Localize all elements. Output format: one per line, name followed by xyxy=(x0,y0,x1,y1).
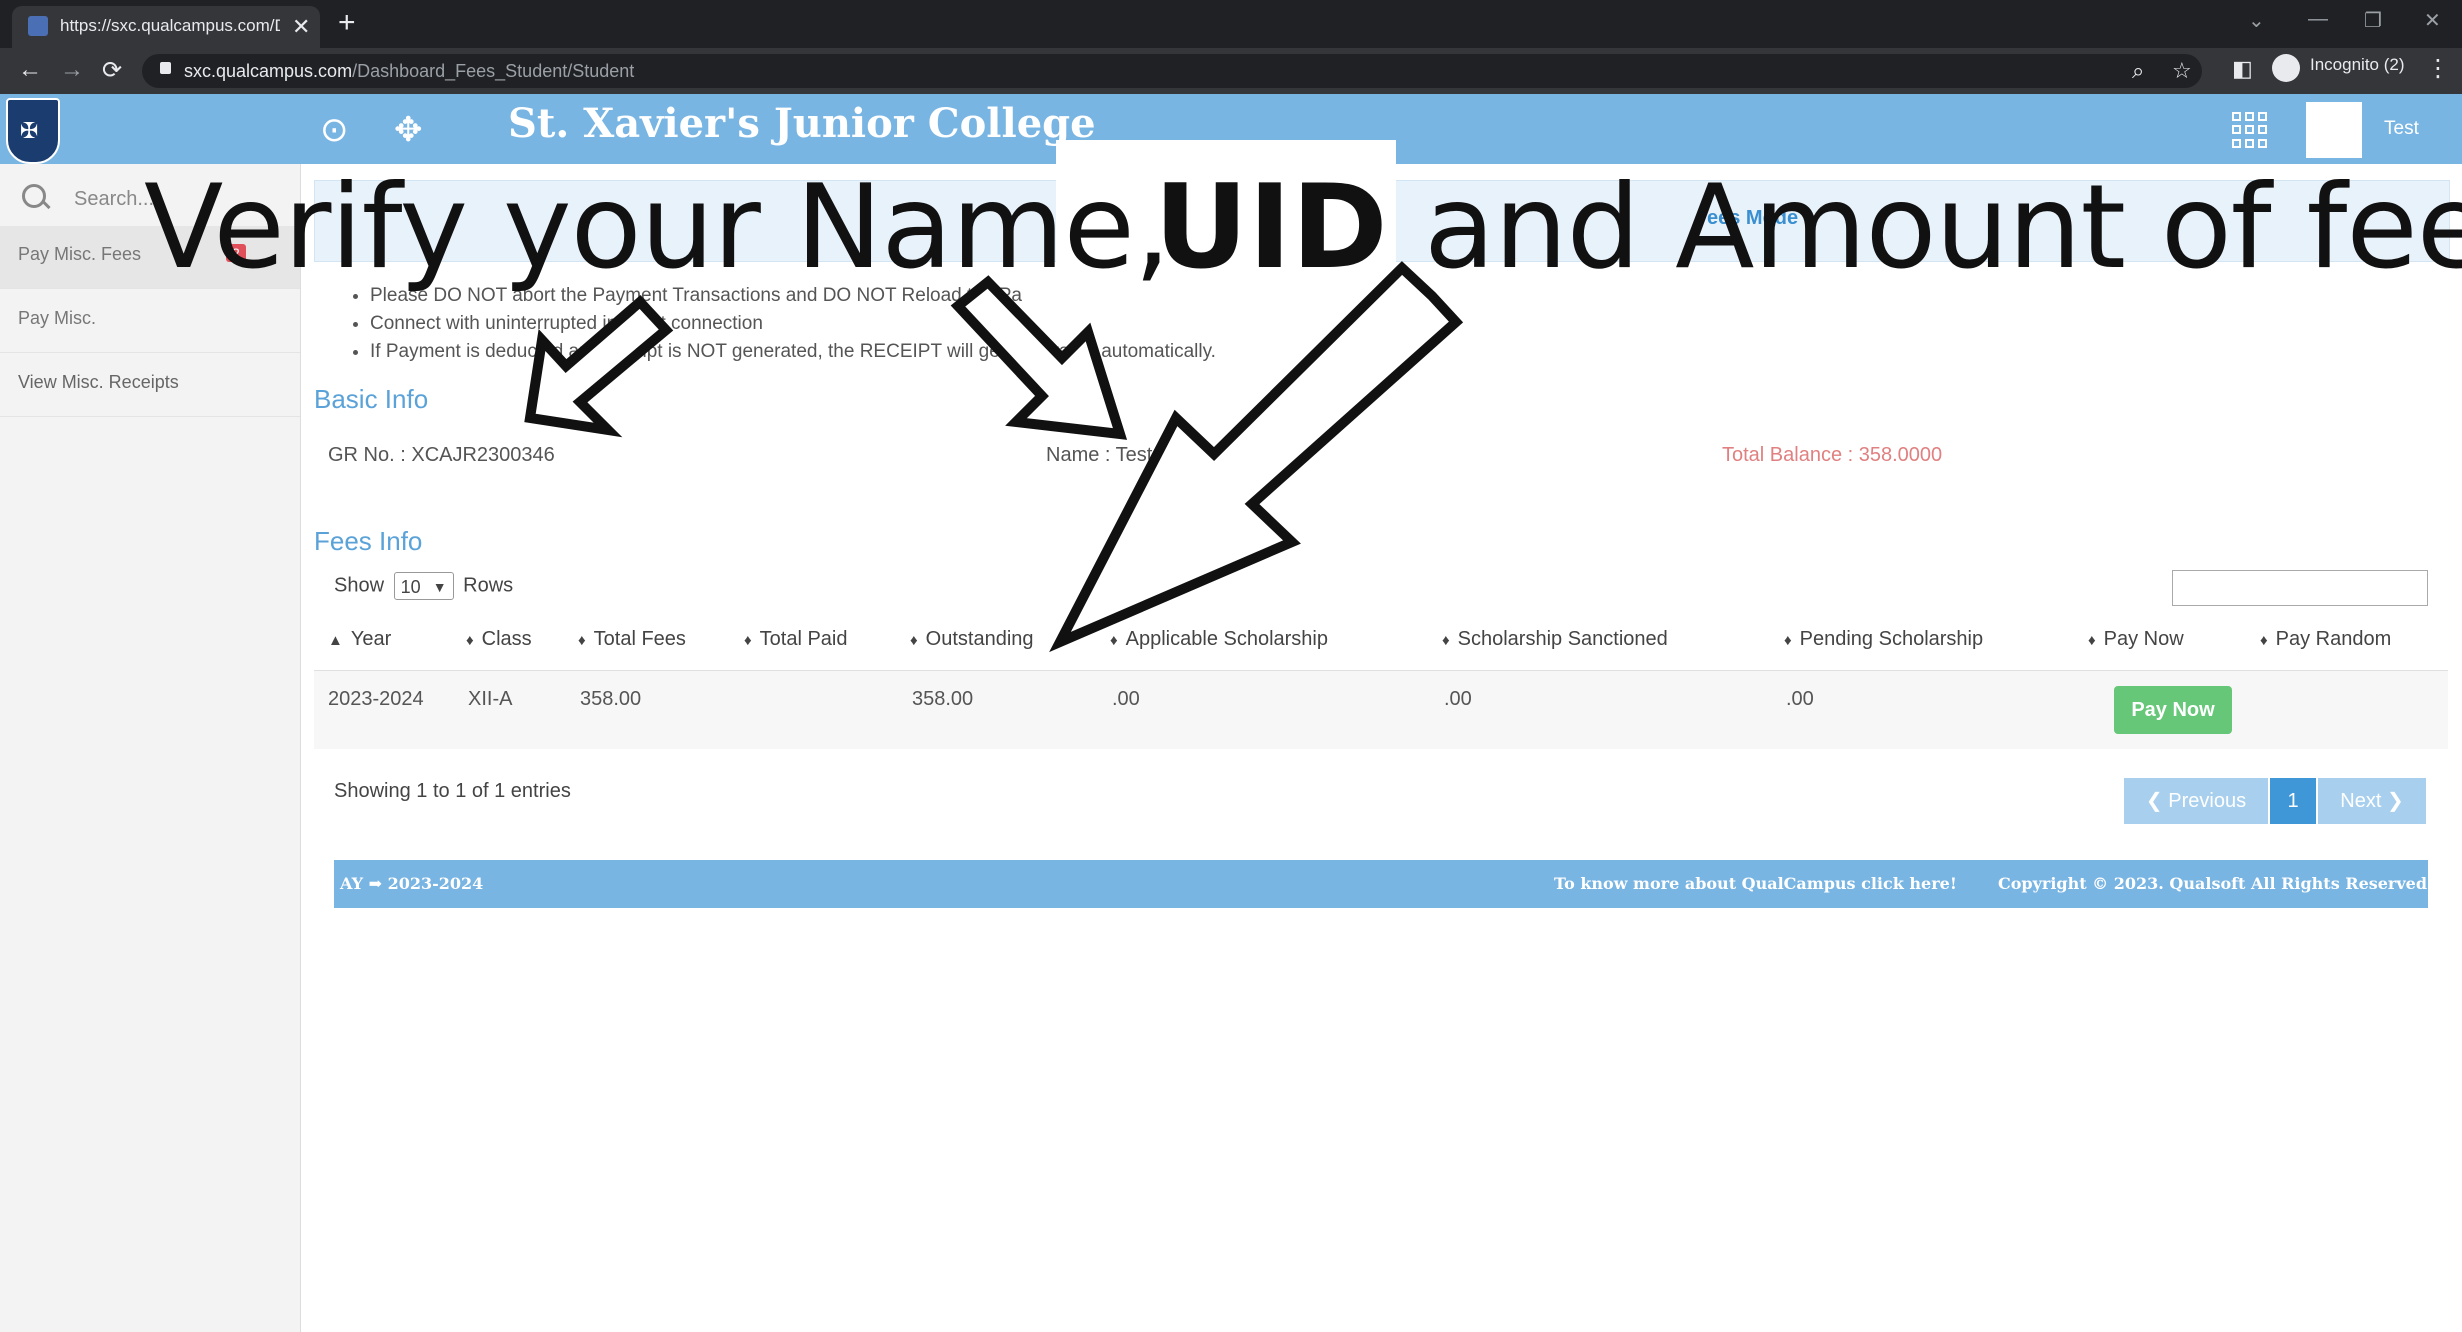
annotation-arrow-name xyxy=(950,275,1128,440)
annotation-arrow-gr xyxy=(524,295,674,438)
annotation-arrows xyxy=(524,261,1464,653)
annotation-arrow-outstanding xyxy=(1049,261,1464,653)
